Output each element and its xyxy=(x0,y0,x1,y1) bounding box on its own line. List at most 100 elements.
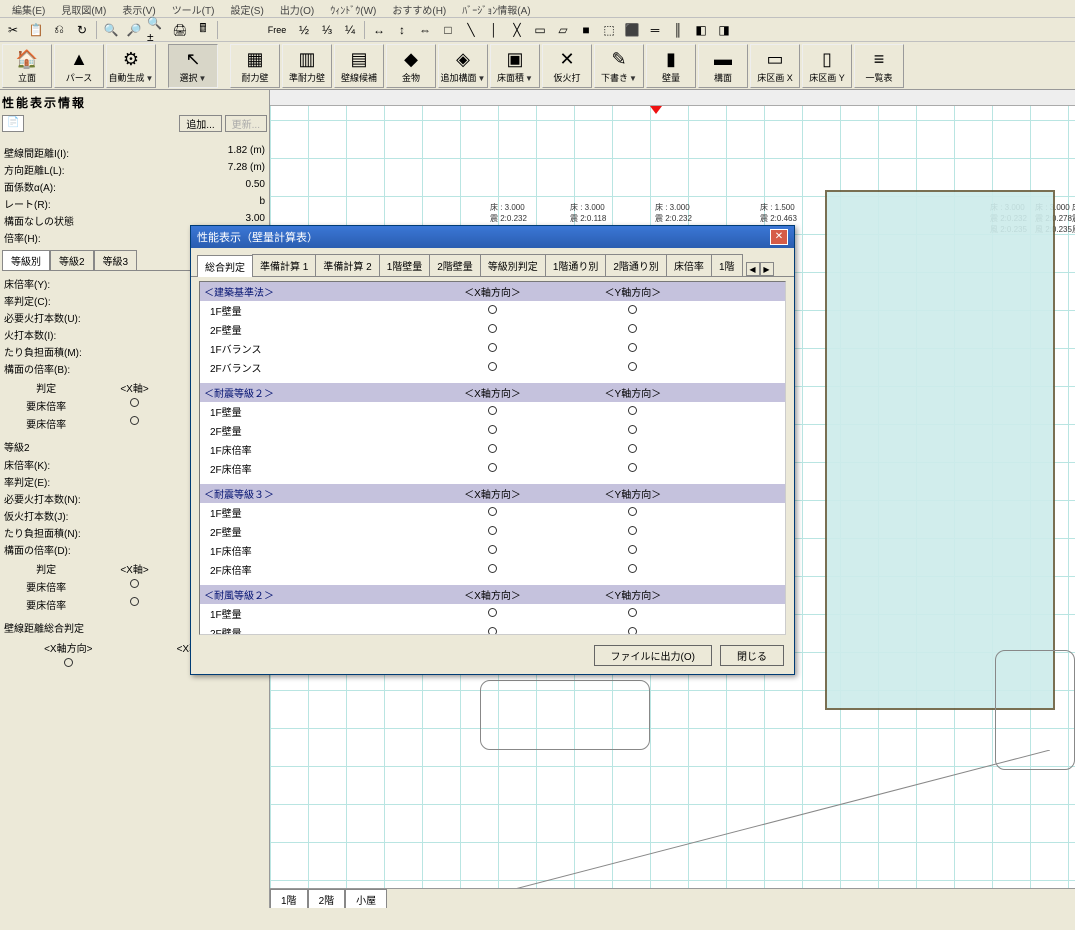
close-icon[interactable]: ✕ xyxy=(770,229,788,245)
menu-recommend[interactable]: おすすめ(H) xyxy=(384,2,454,15)
bigtool-仮火打[interactable]: ✕ 仮火打 xyxy=(542,44,592,88)
dialog-tab-4[interactable]: 2階壁量 xyxy=(429,254,481,276)
dialog-tab-0[interactable]: 総合判定 xyxy=(197,255,253,277)
draw-icon[interactable]: ═ xyxy=(644,20,666,40)
tool-label: 自動生成▼ xyxy=(109,71,154,84)
tab-1f[interactable]: 1階 xyxy=(270,889,308,908)
table-row: 1F壁量 xyxy=(200,301,785,320)
subtab-grade2[interactable]: 等級2 xyxy=(50,250,94,270)
dimension-label: 床 : 1.500 震 2:0.463 xyxy=(760,202,797,224)
tab-2f[interactable]: 2階 xyxy=(308,889,346,908)
bigtool-耐力壁[interactable]: ▦ 耐力壁 xyxy=(230,44,280,88)
tool-label: 立面 xyxy=(18,71,36,84)
tool-icon: ≡ xyxy=(874,49,885,70)
menu-tools[interactable]: ツール(T) xyxy=(164,2,223,15)
draw-icon[interactable]: ◨ xyxy=(713,20,735,40)
bigtool-壁線候補[interactable]: ▤ 壁線候補 xyxy=(334,44,384,88)
zoom-fit-icon[interactable]: 🔍± xyxy=(146,20,168,40)
dialog-titlebar[interactable]: 性能表示（壁量計算表） ✕ xyxy=(191,226,794,248)
subtab-grade3[interactable]: 等級3 xyxy=(94,250,138,270)
data-row: 方向距離L(L):7.28 (m) xyxy=(2,161,267,178)
print-icon[interactable]: 🖨 xyxy=(169,20,191,40)
data-row: 面係数α(A):0.50 xyxy=(2,178,267,195)
draw-icon[interactable]: ╲ xyxy=(460,20,482,40)
bigtool-金物[interactable]: ◆ 金物 xyxy=(386,44,436,88)
draw-icon[interactable]: ⬛ xyxy=(621,20,643,40)
quarter-btn[interactable]: ¼ xyxy=(339,20,361,40)
car-outline xyxy=(480,680,650,750)
bigtool-立面[interactable]: 🏠 立面 xyxy=(2,44,52,88)
dialog-tab-6[interactable]: 1階通り別 xyxy=(545,254,607,276)
tab-scroll-right[interactable]: ▶ xyxy=(760,262,774,276)
subtab-grade[interactable]: 等級別 xyxy=(2,250,50,270)
dialog-tab-3[interactable]: 1階壁量 xyxy=(379,254,431,276)
half-btn[interactable]: ½ xyxy=(293,20,315,40)
tool-label: 下書き▼ xyxy=(601,71,637,84)
bigtool-床区画 Y[interactable]: ▯ 床区画 Y xyxy=(802,44,852,88)
bigtool-パース[interactable]: ▲ パース xyxy=(54,44,104,88)
menu-version[interactable]: ﾊﾞｰｼﾞｮﾝ情報(A) xyxy=(454,2,538,15)
table-row: 1Fバランス xyxy=(200,339,785,358)
dialog-tab-8[interactable]: 床倍率 xyxy=(666,254,712,276)
dialog-tab-5[interactable]: 等級別判定 xyxy=(480,254,546,276)
bigtool-壁量[interactable]: ▮ 壁量 xyxy=(646,44,696,88)
tool-label: 床面積▼ xyxy=(497,71,533,84)
cut-icon[interactable]: ✂ xyxy=(2,20,24,40)
close-button[interactable]: 閉じる xyxy=(720,645,784,666)
draw-icon[interactable]: ║ xyxy=(667,20,689,40)
draw-icon[interactable]: ↕ xyxy=(391,20,413,40)
panel-title: 性能表示情報 xyxy=(2,92,267,113)
axis-x-dir: <X軸方向> xyxy=(2,640,135,655)
draw-icon[interactable]: ▭ xyxy=(529,20,551,40)
paste-icon[interactable]: 📋 xyxy=(25,20,47,40)
bigtool-構面[interactable]: ▬ 構面 xyxy=(698,44,748,88)
draw-icon[interactable]: ╳ xyxy=(506,20,528,40)
bigtool-床区画 X[interactable]: ▭ 床区画 X xyxy=(750,44,800,88)
menu-output[interactable]: 出力(O) xyxy=(272,2,322,15)
dialog-tab-9[interactable]: 1階 xyxy=(711,254,743,276)
bigtool-準耐力壁[interactable]: ▥ 準耐力壁 xyxy=(282,44,332,88)
bigtool-床面積[interactable]: ▣ 床面積▼ xyxy=(490,44,540,88)
draw-icon[interactable]: ■ xyxy=(575,20,597,40)
menu-view[interactable]: 表示(V) xyxy=(114,2,163,15)
dialog-tab-1[interactable]: 準備計算 1 xyxy=(252,254,316,276)
redo-icon[interactable]: ↻ xyxy=(71,20,93,40)
calc-icon[interactable]: 🖩 xyxy=(192,20,214,40)
tool-icon: ▭ xyxy=(766,49,783,70)
dialog-tab-2[interactable]: 準備計算 2 xyxy=(315,254,379,276)
tool-label: 仮火打 xyxy=(553,71,580,84)
draw-icon[interactable]: │ xyxy=(483,20,505,40)
tab-roof[interactable]: 小屋 xyxy=(345,889,387,908)
menu-settings[interactable]: 設定(S) xyxy=(222,2,271,15)
bigtool-自動生成[interactable]: ⚙ 自動生成▼ xyxy=(106,44,156,88)
draw-icon[interactable]: ◧ xyxy=(690,20,712,40)
separator xyxy=(96,21,97,39)
free-btn[interactable]: Free xyxy=(262,20,292,40)
third-btn[interactable]: ⅓ xyxy=(316,20,338,40)
export-file-button[interactable]: ファイルに出力(O) xyxy=(594,645,712,666)
tool-icon: ▤ xyxy=(350,49,367,70)
bigtool-下書き[interactable]: ✎ 下書き▼ xyxy=(594,44,644,88)
bigtool-一覧表[interactable]: ≡ 一覧表 xyxy=(854,44,904,88)
panel-icon-btn[interactable]: 📄 xyxy=(2,115,24,132)
axis-x: <X軸> xyxy=(90,561,178,576)
car-outline xyxy=(995,650,1075,770)
draw-icon[interactable]: □ xyxy=(437,20,459,40)
draw-icon[interactable]: ⇔ xyxy=(414,20,436,40)
draw-icon[interactable]: ▱ xyxy=(552,20,574,40)
draw-icon[interactable]: ⬚ xyxy=(598,20,620,40)
tool-icon: ◆ xyxy=(404,49,418,70)
zoom-out-icon[interactable]: 🔎 xyxy=(123,20,145,40)
menu-edit[interactable]: 編集(E) xyxy=(4,2,53,15)
undo-icon[interactable]: ⎌ xyxy=(48,20,70,40)
draw-icon[interactable]: ↔ xyxy=(368,20,390,40)
add-button[interactable]: 追加... xyxy=(179,115,221,132)
tab-scroll-left[interactable]: ◀ xyxy=(746,262,760,276)
bigtool-追加構面[interactable]: ◈ 追加構面▼ xyxy=(438,44,488,88)
menu-window[interactable]: ｳｨﾝﾄﾞｳ(W) xyxy=(322,2,384,15)
menu-mitori[interactable]: 見取図(M) xyxy=(53,2,114,15)
bigtool-選択[interactable]: ↖ 選択▼ xyxy=(168,44,218,88)
toolbar-small: ✂ 📋 ⎌ ↻ 🔍 🔎 🔍± 🖨 🖩 Free ½ ⅓ ¼ ↔ ↕ ⇔ □ ╲ … xyxy=(0,18,1075,42)
zoom-in-icon[interactable]: 🔍 xyxy=(100,20,122,40)
dialog-tab-7[interactable]: 2階通り別 xyxy=(605,254,667,276)
